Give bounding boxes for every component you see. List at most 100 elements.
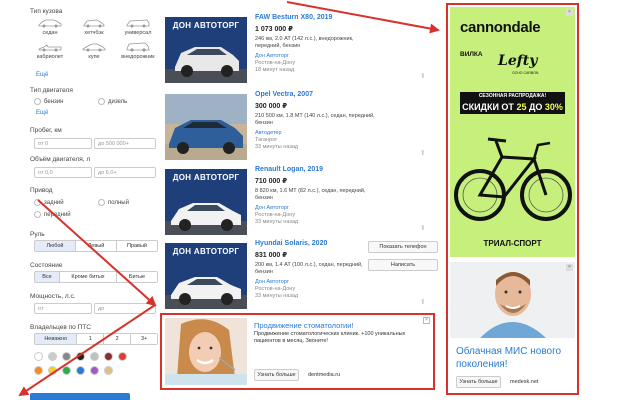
ad-title[interactable]: Облачная МИС нового поколения! [456,345,574,371]
color-swatch[interactable] [90,366,99,375]
close-icon[interactable]: × [566,9,573,16]
listing-item[interactable]: Opel Vectra, 2007 300 000 ₽ 210 500 км, … [165,91,435,163]
condition-all[interactable]: Все [35,272,60,282]
listing-photo[interactable]: ДОН АВТОТОРГ [165,169,247,235]
show-results-button[interactable] [30,393,130,400]
ad-site[interactable]: medesk.net [510,379,538,385]
body-type-hatchback[interactable]: хетчбэк [74,18,114,36]
power-to-input[interactable]: до [94,303,156,314]
listing-title[interactable]: Renault Logan, 2019 [255,166,323,173]
power-from-input[interactable]: от [34,303,92,314]
listing-time: 18 минут назад [255,67,295,73]
close-icon[interactable]: × [423,317,430,324]
engine-petrol-option[interactable]: бензин [34,98,63,105]
dental-ad[interactable]: Продвижение стоматологии! Продвижение ст… [160,313,435,390]
listing-photo[interactable]: ДОН АВТОТОРГ [165,243,247,309]
steering-label: Руль [30,231,45,238]
listing-price: 831 000 ₽ [255,252,288,259]
owners-3plus[interactable]: 3+ [131,334,157,344]
color-swatch[interactable] [34,352,43,361]
condition-not-damaged[interactable]: Кроме битых [60,272,117,282]
body-type-cabriolet[interactable]: кабриолет [30,42,70,60]
listing-title[interactable]: Opel Vectra, 2007 [255,91,313,98]
pin-up-icon[interactable]: ⬆ [420,149,426,157]
ad-site[interactable]: dentmedia.ru [308,372,340,378]
color-swatch[interactable] [90,352,99,361]
mileage-to-input[interactable]: до 500 000+ [94,138,156,149]
color-swatch[interactable] [62,366,71,375]
engine-volume-label: Объём двигателя, л [30,156,91,163]
color-swatch[interactable] [34,366,43,375]
volume-to-input[interactable]: до 6,0+ [94,167,156,178]
body-type-more-link[interactable]: Ещё [36,72,48,78]
listing-photo[interactable] [165,94,247,160]
steering-right[interactable]: Правый [117,241,157,251]
sale-prefix: СКИДКИ ОТ [462,102,514,112]
body-type-suv[interactable]: внедорожник [118,42,158,60]
listing-seller[interactable]: Автодетер [255,130,282,136]
listing-city: Ростов-на-Дону [255,212,296,218]
listing-specs: 246 км, 2.0 AT (142 л.с.), внедорожник, … [255,36,354,49]
listing-item[interactable]: ДОН АВТОТОРГ Hyundai Solaris, 2020 831 0… [165,240,438,312]
body-type-grid: седан хетчбэк универсал кабриолет купе в… [30,18,160,70]
pin-up-icon[interactable]: ⬆ [420,72,426,80]
color-swatch[interactable] [62,352,71,361]
body-type-coupe[interactable]: купе [74,42,114,60]
bike-ad[interactable]: cannondale ВИЛКА Lefty OCHO CARBON СЕЗОН… [450,7,575,257]
close-icon[interactable]: × [566,264,573,271]
listing-item[interactable]: ДОН АВТОТОРГ Renault Logan, 2019 710 000… [165,166,435,238]
power-label: Мощность, л.с. [30,293,76,300]
color-swatch[interactable] [48,352,57,361]
engine-diesel-option[interactable]: дизель [98,98,127,105]
listing-item[interactable]: ДОН АВТОТОРГ FAW Besturn X80, 2019 1 073… [165,14,435,86]
drive-rear-option[interactable]: задний [34,199,64,206]
color-swatch[interactable] [48,366,57,375]
steering-left[interactable]: Левый [76,241,117,251]
radio-circle [34,199,41,206]
mileage-from-input[interactable]: от 0 [34,138,92,149]
doctor-image [450,262,575,338]
listing-photo[interactable]: ДОН АВТОТОРГ [165,17,247,83]
owners-2[interactable]: 2 [104,334,132,344]
ad-title[interactable]: Продвижение стоматологии! [254,321,354,330]
show-phone-button[interactable]: Показать телефон [368,241,438,253]
listing-seller[interactable]: Дон Автоторг [255,205,289,211]
steering-any[interactable]: Любой [35,241,76,251]
car-image [165,94,247,160]
pin-up-icon[interactable]: ⬆ [420,298,426,306]
color-swatch[interactable] [118,352,127,361]
drive-full-option[interactable]: полный [98,199,129,206]
mis-ad[interactable]: Облачная МИС нового поколения! Узнать бо… [450,262,575,393]
body-type-sedan[interactable]: седан [30,18,70,36]
owners-1[interactable]: 1 [77,334,105,344]
listing-title[interactable]: Hyundai Solaris, 2020 [255,240,327,247]
color-swatch[interactable] [76,352,85,361]
radio-circle [98,98,105,105]
owners-segmented: Неважно 1 2 3+ [34,333,158,345]
engine-more-link[interactable]: Ещё [36,110,48,116]
write-message-button[interactable]: Написать [368,259,438,271]
learn-more-button[interactable]: Узнать больше [254,369,299,381]
volume-from-input[interactable]: от 0,0 [34,167,92,178]
body-type-cabriolet-label: кабриолет [36,54,64,60]
color-swatch[interactable] [104,352,113,361]
listing-price: 710 000 ₽ [255,178,288,185]
ad-badge: СЕЗОННАЯ РАСПРОДАЖА! [460,92,565,100]
body-type-label: Тип кузова [30,8,63,15]
drive-front-option[interactable]: передний [34,211,71,218]
condition-damaged[interactable]: Битые [117,272,157,282]
body-type-wagon[interactable]: универсал [118,18,158,36]
listing-seller[interactable]: Дон Автоторг [255,53,289,59]
pin-up-icon[interactable]: ⬆ [420,224,426,232]
owners-any[interactable]: Неважно [35,334,78,344]
learn-more-button[interactable]: Узнать больше [456,376,501,388]
color-swatch[interactable] [76,366,85,375]
listing-time: 33 минуты назад [255,144,299,150]
ad-model-sub: OCHO CARBON [512,71,539,75]
listing-title[interactable]: FAW Besturn X80, 2019 [255,14,332,21]
color-swatch[interactable] [104,366,113,375]
listing-seller[interactable]: Дон Автоторг [255,279,289,285]
listing-price: 300 000 ₽ [255,103,288,110]
wagon-icon [126,19,150,28]
listing-city: Таганрог [255,137,278,143]
